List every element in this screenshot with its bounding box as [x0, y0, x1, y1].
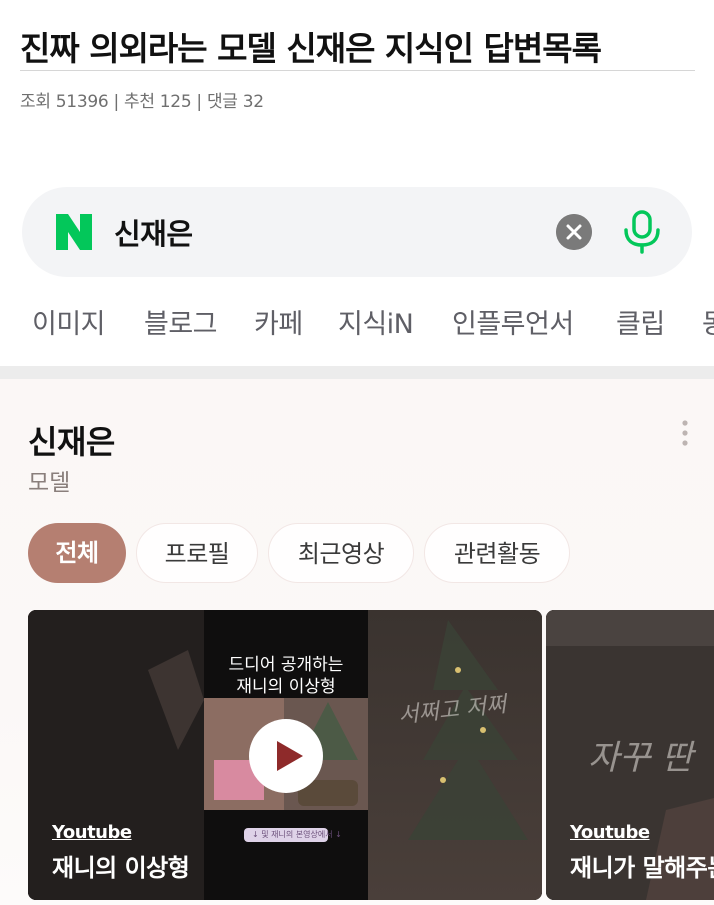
tab-blog[interactable]: 블로그 — [144, 302, 218, 341]
tab-influencer[interactable]: 인플루언서 — [452, 302, 574, 341]
tab-cafe[interactable]: 카페 — [254, 302, 303, 341]
profile-name: 신재은 — [28, 423, 115, 461]
tab-images[interactable]: 이미지 — [32, 302, 106, 341]
video-source: Youtube — [52, 822, 132, 843]
video-card[interactable]: 드디어 공개하는 재니의 이상형 ↓ 및 재니의 본영상에서 ↓ 서쩌고 저쩌 … — [28, 610, 542, 900]
more-vertical-icon[interactable] — [680, 419, 690, 447]
post-meta: 조회 51396 | 추천 125 | 댓글 32 — [20, 92, 264, 112]
video-card[interactable]: 자꾸 딴 Youtube 재니가 말해주는 — [546, 610, 714, 900]
tab-knowledge-in[interactable]: 지식iN — [338, 302, 414, 341]
section-separator — [0, 366, 714, 379]
profile-panel: 신재은 모델 전체 프로필 최근영상 관련활동 드디어 공개하는 재니의 이상형… — [0, 379, 714, 905]
video-title[interactable]: 재니가 말해주는 — [570, 848, 714, 883]
thumbnail-handwriting: 자꾸 딴 — [588, 738, 693, 778]
search-bar[interactable]: 신재은 — [22, 187, 692, 277]
tab-clip[interactable]: 클립 — [616, 302, 665, 341]
pill-profile[interactable]: 프로필 — [136, 523, 258, 583]
pill-related-activities[interactable]: 관련활동 — [424, 523, 570, 583]
pill-all[interactable]: 전체 — [28, 523, 126, 583]
microphone-icon[interactable] — [620, 209, 664, 255]
thumbnail-caption-line1: 드디어 공개하는 — [228, 655, 344, 675]
naver-logo-icon[interactable] — [54, 212, 94, 252]
pill-recent-videos[interactable]: 최근영상 — [268, 523, 414, 583]
video-source: Youtube — [570, 822, 650, 843]
post-title: 진짜 의외라는 모델 신재은 지식인 답변목록 — [20, 29, 602, 68]
thumbnail-caption: 드디어 공개하는 재니의 이상형 — [204, 654, 368, 698]
title-divider — [20, 70, 695, 71]
profile-occupation: 모델 — [28, 470, 71, 496]
tab-more-partial[interactable]: 동 — [702, 302, 714, 341]
thumbnail-caption-line2: 재니의 이상형 — [236, 677, 336, 697]
search-input[interactable]: 신재은 — [114, 211, 193, 253]
play-icon[interactable] — [247, 717, 325, 795]
thumbnail-small-text: ↓ 및 재니의 본영상에서 ↓ — [252, 830, 342, 839]
clear-icon[interactable] — [556, 214, 592, 250]
video-title[interactable]: 재니의 이상형 — [52, 848, 190, 883]
